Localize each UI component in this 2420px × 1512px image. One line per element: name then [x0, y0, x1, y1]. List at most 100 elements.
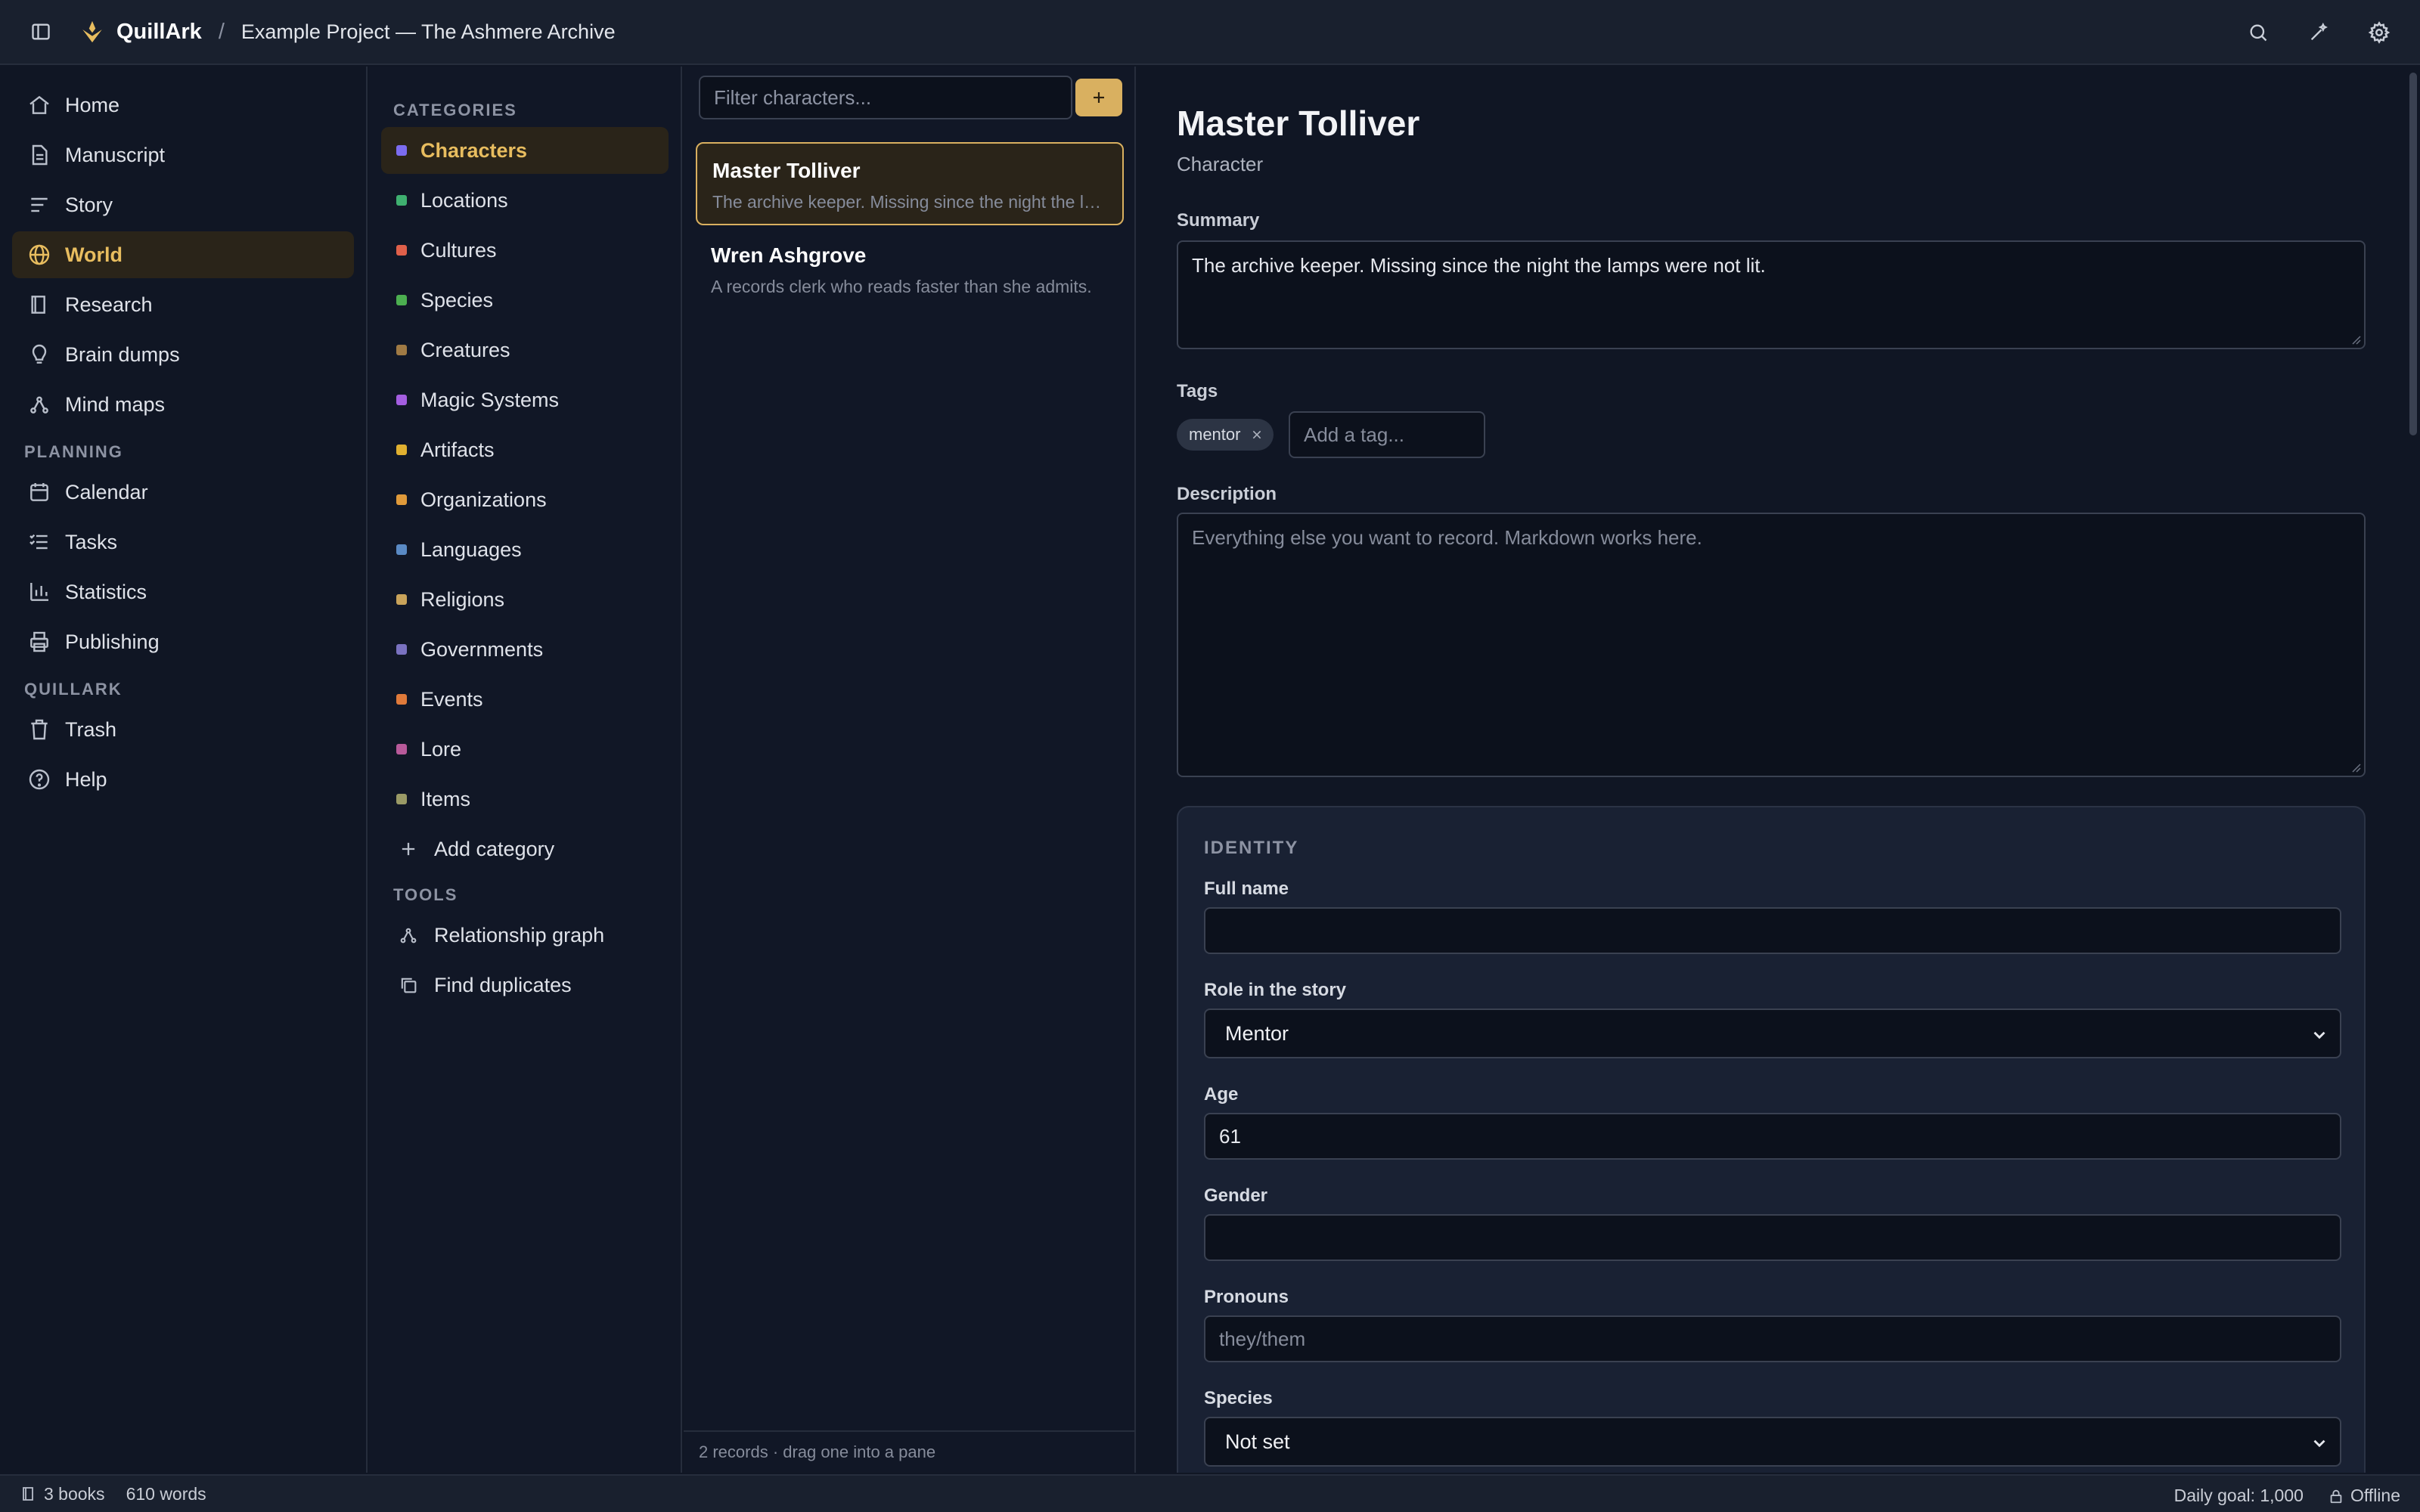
category-item-locations[interactable]: Locations [381, 177, 669, 224]
nav-item-statistics[interactable]: Statistics [12, 569, 354, 615]
category-item-events[interactable]: Events [381, 676, 669, 723]
pronouns-field[interactable]: they/them [1204, 1315, 2341, 1362]
search-icon[interactable] [2245, 19, 2272, 46]
chart-icon [27, 580, 51, 604]
nav-item-manuscript[interactable]: Manuscript [12, 132, 354, 178]
nav-label: Mind maps [65, 392, 166, 416]
add-category-button[interactable]: Add category [381, 826, 669, 872]
role-select[interactable]: Mentor [1204, 1009, 2341, 1058]
nav-item-research[interactable]: Research [12, 281, 354, 328]
daily-goal[interactable]: Daily goal: 1,000 [2174, 1486, 2304, 1506]
category-label: Artifacts [420, 438, 495, 461]
category-item-organizations[interactable]: Organizations [381, 476, 669, 523]
record-title[interactable]: Master Tolliver [1177, 103, 1419, 144]
nav-item-tasks[interactable]: Tasks [12, 519, 354, 565]
project-title[interactable]: Example Project — The Ashmere Archive [241, 20, 616, 44]
resize-handle-icon[interactable] [2350, 762, 2361, 773]
category-label: Languages [420, 538, 522, 561]
nav-label: Home [65, 93, 120, 116]
help-icon [27, 767, 51, 792]
nav-item-help[interactable]: Help [12, 756, 354, 803]
category-item-items[interactable]: Items [381, 776, 669, 823]
record-name: Master Tolliver [712, 159, 861, 182]
nav-label: Brain dumps [65, 342, 180, 366]
category-item-cultures[interactable]: Cultures [381, 227, 669, 274]
category-color-dot [396, 445, 407, 455]
category-color-dot [396, 145, 407, 156]
editor-scrollbar[interactable] [2406, 67, 2420, 1473]
category-label: Events [420, 687, 483, 711]
add-category-label: Add category [434, 837, 555, 860]
plus-icon [1094, 92, 1104, 103]
graph-icon [398, 925, 419, 946]
nav-item-calendar[interactable]: Calendar [12, 469, 354, 516]
chevron-down-icon [2310, 1025, 2329, 1045]
species-select[interactable]: Not set [1204, 1417, 2341, 1467]
category-panel: CATEGORIES Characters Locations Cultures Sp… [369, 67, 682, 1473]
record-item-wren-ashgrove[interactable]: Wren Ashgrove A records clerk who reads … [696, 228, 1124, 311]
add-record-button[interactable] [1075, 79, 1122, 116]
remove-tag-icon[interactable] [1251, 429, 1263, 441]
category-color-dot [396, 245, 407, 256]
book-icon [20, 1485, 38, 1503]
lightbulb-icon [27, 342, 51, 367]
category-item-governments[interactable]: Governments [381, 626, 669, 673]
nav-item-trash[interactable]: Trash [12, 706, 354, 753]
plus-icon [398, 838, 419, 860]
nav-label: Manuscript [65, 143, 166, 166]
tag-text: mentor [1189, 425, 1241, 444]
full-name-field[interactable] [1204, 907, 2341, 954]
books-count: 3 books [44, 1483, 105, 1504]
category-color-dot [396, 694, 407, 705]
category-item-magic-systems[interactable]: Magic Systems [381, 376, 669, 423]
category-color-dot [396, 395, 407, 405]
tasks-icon [27, 530, 51, 554]
category-label: Characters [420, 138, 528, 162]
nav-label: Trash [65, 717, 117, 741]
gender-field[interactable] [1204, 1214, 2341, 1261]
document-icon [27, 143, 51, 167]
identity-card: IDENTITY Full name Role in the story Men… [1177, 806, 2366, 1473]
record-summary: A records clerk who reads faster than sh… [711, 277, 1092, 296]
app-brand[interactable]: QuillArk [116, 20, 202, 45]
add-tag-input[interactable] [1289, 411, 1485, 458]
category-color-dot [396, 644, 407, 655]
nav-item-story[interactable]: Story [12, 181, 354, 228]
lock-icon [2328, 1488, 2344, 1504]
nav-item-world[interactable]: World [12, 231, 354, 278]
filter-characters-input[interactable] [699, 76, 1072, 119]
description-textarea[interactable]: Everything else you want to record. Mark… [1177, 513, 2366, 777]
category-item-species[interactable]: Species [381, 277, 669, 324]
category-item-artifacts[interactable]: Artifacts [381, 426, 669, 473]
settings-gear-icon[interactable] [2366, 19, 2393, 46]
connection-status: Offline [2350, 1486, 2400, 1505]
quill-logo-icon [79, 18, 106, 45]
nav-item-publishing[interactable]: Publishing [12, 618, 354, 665]
category-item-religions[interactable]: Religions [381, 576, 669, 623]
sidebar-toggle-icon[interactable] [27, 18, 54, 45]
nav-item-brain-dumps[interactable]: Brain dumps [12, 331, 354, 378]
nav-item-home[interactable]: Home [12, 82, 354, 129]
nav-item-mind-maps[interactable]: Mind maps [12, 381, 354, 428]
tool-relationship-graph[interactable]: Relationship graph [381, 912, 669, 959]
record-item-master-tolliver[interactable]: Master Tolliver The archive keeper. Miss… [696, 142, 1124, 225]
tool-find-duplicates[interactable]: Find duplicates [381, 962, 669, 1009]
nav-label: World [65, 243, 123, 266]
summary-textarea[interactable]: The archive keeper. Missing since the ni… [1177, 240, 2366, 349]
category-item-creatures[interactable]: Creatures [381, 327, 669, 373]
calendar-icon [27, 480, 51, 504]
category-item-languages[interactable]: Languages [381, 526, 669, 573]
topbar-actions [2245, 19, 2393, 46]
list-footer: 2 records · drag one into a pane [684, 1430, 1134, 1473]
wand-icon[interactable] [2305, 19, 2332, 46]
identity-heading: IDENTITY [1204, 838, 1299, 858]
trash-icon [27, 717, 51, 742]
resize-handle-icon[interactable] [2350, 334, 2361, 345]
category-item-lore[interactable]: Lore [381, 726, 669, 773]
scrollbar-thumb[interactable] [2409, 73, 2417, 435]
age-field[interactable]: 61 [1204, 1113, 2341, 1160]
category-item-characters[interactable]: Characters [381, 127, 669, 174]
nav-label: Calendar [65, 480, 148, 503]
home-icon [27, 93, 51, 117]
record-name: Wren Ashgrove [711, 243, 867, 267]
